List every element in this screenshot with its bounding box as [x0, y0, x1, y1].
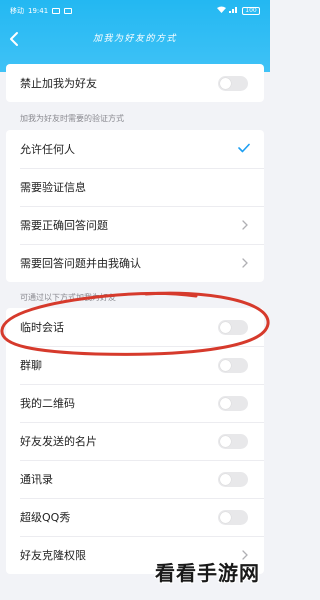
- business-card-toggle[interactable]: [218, 434, 248, 449]
- row-ban-add-friend[interactable]: 禁止加我为好友: [6, 64, 264, 102]
- battery-icon: 100: [242, 6, 260, 15]
- row-label: 临时会话: [20, 321, 64, 334]
- row-label: 通讯录: [20, 473, 53, 486]
- row-label: 允许任何人: [20, 143, 75, 156]
- page-title: 加我为好友的方式: [92, 34, 177, 44]
- verify-options-group: 允许任何人 需要验证信息 需要正确回答问题 需要回答问题并由我确认: [6, 130, 264, 282]
- notification-icon: [52, 8, 61, 14]
- add-methods-group: 临时会话 群聊 我的二维码 好友发送的名片 通讯录 超级QQ秀 好友克隆权限: [6, 308, 264, 574]
- method-qr-code[interactable]: 我的二维码: [6, 384, 264, 422]
- status-time: 19:41: [28, 7, 49, 15]
- row-label: 超级QQ秀: [20, 511, 71, 524]
- row-label: 我的二维码: [20, 397, 75, 410]
- checkmark-icon: [238, 142, 250, 154]
- watermark-logo: 看看手游网: [155, 561, 260, 585]
- signal-icon: [229, 6, 239, 15]
- message-icon: [64, 8, 73, 14]
- group-chat-toggle[interactable]: [218, 358, 248, 373]
- method-group-chat[interactable]: 群聊: [6, 346, 264, 384]
- row-label: 需要正确回答问题: [20, 219, 108, 232]
- section-methods-label: 可通过以下方式加我为好友: [20, 293, 116, 302]
- method-business-card[interactable]: 好友发送的名片: [6, 422, 264, 460]
- temp-chat-toggle[interactable]: [218, 320, 248, 335]
- row-label: 需要验证信息: [20, 181, 86, 194]
- wifi-icon: [217, 6, 226, 15]
- carrier-label: 移动: [10, 7, 24, 15]
- row-label: 群聊: [20, 359, 42, 372]
- method-super-qq-show[interactable]: 超级QQ秀: [6, 498, 264, 536]
- method-temp-chat[interactable]: 临时会话: [6, 308, 264, 346]
- verify-option-message[interactable]: 需要验证信息: [6, 168, 264, 206]
- row-label: 好友克隆权限: [20, 549, 86, 562]
- chevron-right-icon: [240, 219, 250, 231]
- nav-bar: 加我为好友的方式: [0, 24, 270, 56]
- verify-option-answer[interactable]: 需要正确回答问题: [6, 206, 264, 244]
- method-contacts[interactable]: 通讯录: [6, 460, 264, 498]
- section-verify-label: 加我为好友时需要的验证方式: [20, 114, 124, 123]
- row-label: 好友发送的名片: [20, 435, 97, 448]
- qr-code-toggle[interactable]: [218, 396, 248, 411]
- app-header: 移动 19:41 100 加我为好友的方式: [0, 0, 270, 72]
- status-bar: 移动 19:41 100: [0, 6, 270, 20]
- super-qq-show-toggle[interactable]: [218, 510, 248, 525]
- row-label: 需要回答问题并由我确认: [20, 257, 141, 270]
- chevron-right-icon: [240, 257, 250, 269]
- verify-option-anyone[interactable]: 允许任何人: [6, 130, 264, 168]
- ban-add-group: 禁止加我为好友: [6, 64, 264, 102]
- row-label: 禁止加我为好友: [20, 77, 97, 90]
- verify-option-answer-confirm[interactable]: 需要回答问题并由我确认: [6, 244, 264, 282]
- contacts-toggle[interactable]: [218, 472, 248, 487]
- ban-add-toggle[interactable]: [218, 76, 248, 91]
